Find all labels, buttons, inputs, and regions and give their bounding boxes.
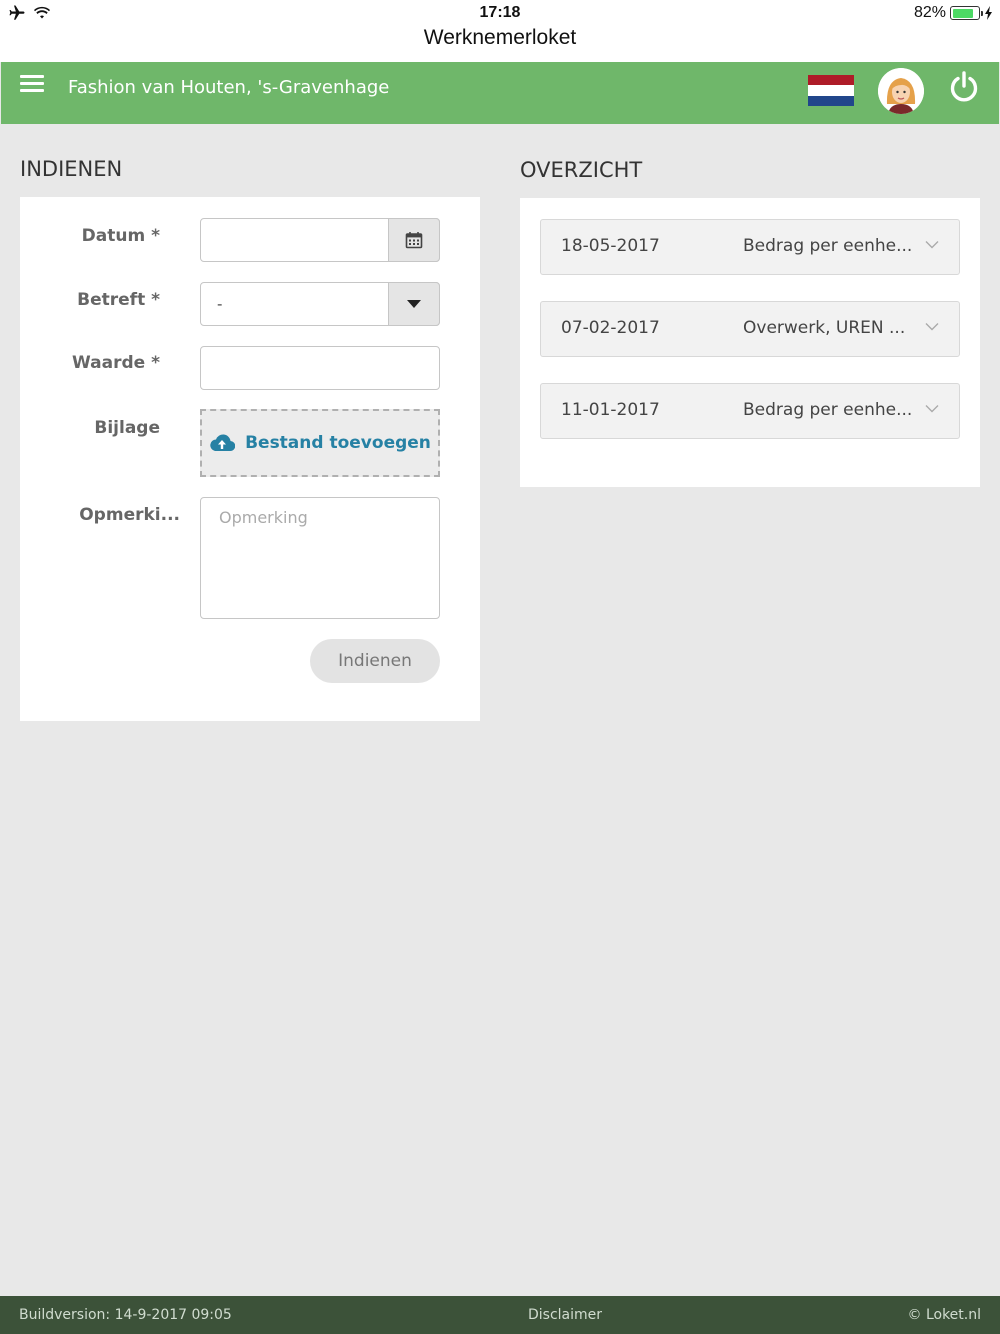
battery-percentage: 82% bbox=[913, 4, 946, 21]
power-icon[interactable] bbox=[947, 70, 981, 104]
avatar-icon[interactable] bbox=[878, 68, 924, 114]
calendar-button[interactable] bbox=[388, 218, 440, 262]
overzicht-list: 18-05-2017 Bedrag per eenhe... 07-02-201… bbox=[520, 198, 980, 487]
datum-field[interactable] bbox=[200, 218, 440, 262]
caret-down-icon bbox=[407, 300, 421, 308]
overview-item-date: 18-05-2017 bbox=[561, 236, 660, 256]
app-title: Werknemerloket bbox=[423, 26, 577, 49]
overview-item[interactable]: 11-01-2017 Bedrag per eenhe... bbox=[540, 383, 960, 439]
indienen-heading: INDIENEN bbox=[20, 157, 123, 181]
betreft-select[interactable]: - bbox=[200, 282, 440, 326]
clock: 17:18 bbox=[479, 4, 521, 21]
chevron-down-icon bbox=[925, 405, 939, 413]
battery-icon bbox=[950, 6, 983, 20]
waarde-label: Waarde * bbox=[72, 353, 160, 373]
overview-item-description: Overwerk, UREN ... bbox=[743, 318, 906, 338]
footer: Buildversion: 14-9-2017 09:05 Disclaimer… bbox=[0, 1296, 1000, 1334]
betreft-label: Betreft * bbox=[77, 290, 160, 310]
overview-item[interactable]: 18-05-2017 Bedrag per eenhe... bbox=[540, 219, 960, 275]
menu-icon[interactable] bbox=[20, 75, 44, 97]
bijlage-label: Bijlage bbox=[94, 418, 160, 438]
add-file-label: Bestand toevoegen bbox=[245, 433, 431, 453]
opmerking-label: Opmerki... bbox=[79, 505, 180, 525]
overzicht-heading: OVERZICHT bbox=[520, 158, 643, 182]
datum-label: Datum * bbox=[81, 226, 160, 246]
chevron-down-icon bbox=[925, 323, 939, 331]
overview-item-date: 11-01-2017 bbox=[561, 400, 660, 420]
charging-icon bbox=[985, 6, 992, 20]
disclaimer-link[interactable]: Disclaimer bbox=[0, 1307, 1000, 1323]
app-header: Fashion van Houten, 's-Gravenhage bbox=[1, 62, 999, 124]
indienen-form: Datum * Betreft * - Waarde * Bijlage Bes… bbox=[20, 197, 480, 721]
status-icons-right: 82% bbox=[914, 4, 994, 22]
calendar-icon bbox=[405, 232, 423, 249]
company-name: Fashion van Houten, 's-Gravenhage bbox=[68, 77, 390, 98]
add-file-button[interactable]: Bestand toevoegen bbox=[200, 409, 440, 477]
waarde-input[interactable] bbox=[200, 346, 440, 390]
overview-item-date: 07-02-2017 bbox=[561, 318, 660, 338]
dutch-flag-icon[interactable] bbox=[808, 75, 854, 106]
overview-item-description: Bedrag per eenhe... bbox=[743, 400, 913, 420]
battery-fill bbox=[952, 8, 973, 18]
betreft-selected-value: - bbox=[217, 295, 223, 313]
copyright: © Loket.nl bbox=[907, 1307, 982, 1323]
submit-button[interactable]: Indienen bbox=[310, 639, 440, 683]
chevron-down-icon bbox=[925, 241, 939, 249]
betreft-dropdown-button[interactable] bbox=[388, 282, 440, 326]
cloud-upload-icon bbox=[210, 434, 236, 452]
opmerking-textarea[interactable] bbox=[200, 497, 440, 619]
overview-item-description: Bedrag per eenhe... bbox=[743, 236, 913, 256]
overview-item[interactable]: 07-02-2017 Overwerk, UREN ... bbox=[540, 301, 960, 357]
status-bar: 17:18 Werknemerloket 82% bbox=[0, 0, 1000, 62]
